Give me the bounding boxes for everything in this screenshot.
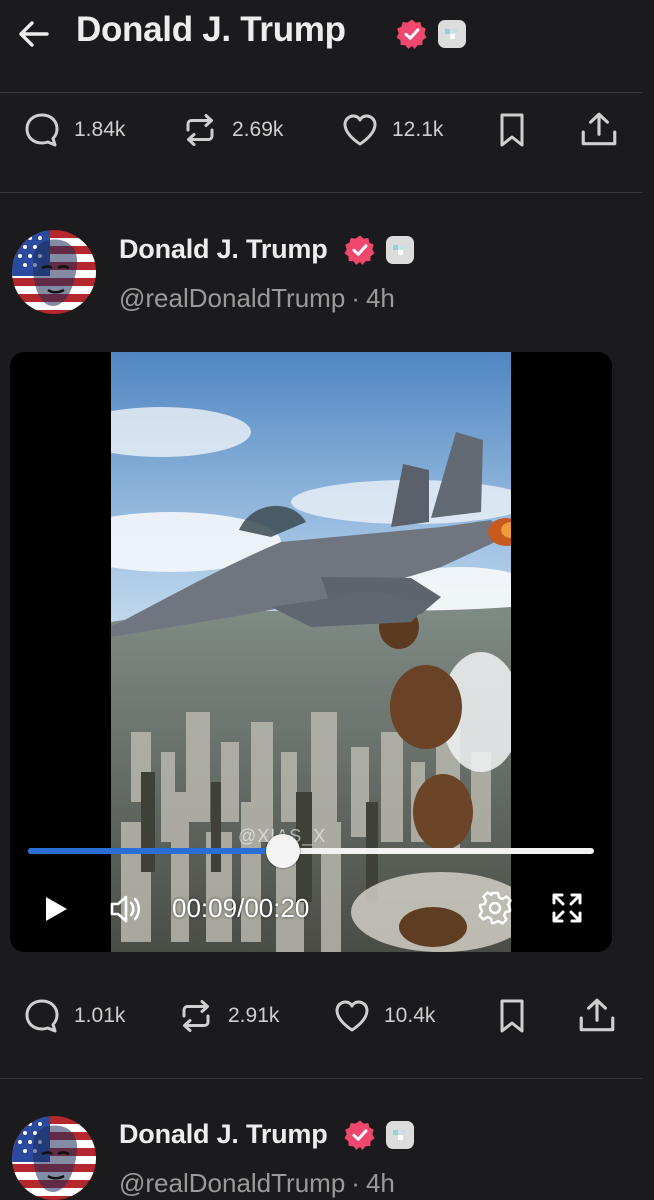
fullscreen-icon <box>552 893 582 923</box>
government-badge-icon <box>384 234 416 266</box>
like-count: 12.1k <box>392 118 444 141</box>
share-button[interactable] <box>578 108 620 152</box>
avatar-image <box>12 230 96 314</box>
handle-separator: · <box>351 1168 360 1198</box>
video-progress-fill <box>28 848 283 854</box>
avatar[interactable] <box>12 1116 96 1200</box>
share-icon <box>576 995 618 1037</box>
share-button[interactable] <box>576 994 618 1038</box>
video-duration: 00:20 <box>244 893 310 923</box>
post-time[interactable]: 4h <box>366 283 395 313</box>
repost-button[interactable]: 2.91k <box>176 994 279 1038</box>
author-name[interactable]: Donald J. Trump <box>119 1119 328 1150</box>
author-name[interactable]: Donald J. Trump <box>119 234 328 265</box>
arrow-left-icon <box>19 21 49 47</box>
play-icon <box>46 897 67 921</box>
like-button[interactable]: 12.1k <box>340 108 443 152</box>
divider <box>0 92 642 93</box>
author-handle[interactable]: @realDonaldTrump <box>119 283 345 313</box>
avatar[interactable] <box>12 230 96 314</box>
repost-count: 2.91k <box>228 1004 280 1027</box>
back-button[interactable] <box>14 14 54 54</box>
play-button[interactable] <box>36 890 74 928</box>
volume-button[interactable] <box>106 888 148 930</box>
like-count: 10.4k <box>384 1004 436 1027</box>
like-button[interactable]: 10.4k <box>332 994 435 1038</box>
government-badge-icon <box>436 18 468 50</box>
video-settings-button[interactable] <box>474 887 516 929</box>
repost-icon <box>176 996 216 1036</box>
repost-button[interactable]: 2.69k <box>180 108 283 152</box>
divider <box>0 192 642 193</box>
divider <box>0 1078 642 1079</box>
heart-icon <box>340 110 380 150</box>
government-badge-icon <box>384 1119 416 1151</box>
reply-button[interactable]: 1.01k <box>22 994 125 1038</box>
top-bar: Donald J. Trump <box>0 0 654 86</box>
heart-icon <box>332 996 372 1036</box>
verified-badge-icon <box>396 18 428 50</box>
author-handle-line: @realDonaldTrump · 4h <box>119 283 395 314</box>
bookmark-button[interactable] <box>492 108 532 152</box>
share-icon <box>578 109 620 151</box>
reply-icon <box>22 110 62 150</box>
gear-icon <box>478 891 512 925</box>
page-title: Donald J. Trump <box>76 10 346 49</box>
post-time[interactable]: 4h <box>366 1168 395 1198</box>
fullscreen-button[interactable] <box>546 887 588 929</box>
reply-count: 1.84k <box>74 118 126 141</box>
video-frame[interactable] <box>111 352 511 952</box>
reply-count: 1.01k <box>74 1004 126 1027</box>
bookmark-icon <box>492 110 532 150</box>
avatar-image <box>12 1116 96 1200</box>
video-progress-thumb[interactable] <box>265 834 300 868</box>
repost-count: 2.69k <box>232 118 284 141</box>
author-handle[interactable]: @realDonaldTrump <box>119 1168 345 1198</box>
reply-button[interactable]: 1.84k <box>22 108 125 152</box>
title-badges <box>396 18 468 50</box>
volume-icon <box>110 895 141 923</box>
video-thumbnail <box>111 352 511 952</box>
post-actions-top: 1.84k 2.69k 12.1k <box>22 108 622 152</box>
reply-icon <box>22 996 62 1036</box>
repost-icon <box>180 110 220 150</box>
verified-badge-icon <box>344 234 376 266</box>
handle-separator: · <box>351 283 360 313</box>
author-handle-line: @realDonaldTrump · 4h <box>119 1168 395 1199</box>
video-player[interactable] <box>10 352 612 952</box>
author-badges <box>344 1119 416 1151</box>
bookmark-button[interactable] <box>492 994 532 1038</box>
post-actions: 1.01k 2.91k 10.4k <box>22 994 622 1038</box>
author-badges <box>344 234 416 266</box>
bookmark-icon <box>492 996 532 1036</box>
video-current-time: 00:09 <box>172 893 238 923</box>
verified-badge-icon <box>344 1119 376 1151</box>
video-time: 00:09/00:20 <box>172 893 309 924</box>
video-progress-bar[interactable] <box>28 848 594 854</box>
